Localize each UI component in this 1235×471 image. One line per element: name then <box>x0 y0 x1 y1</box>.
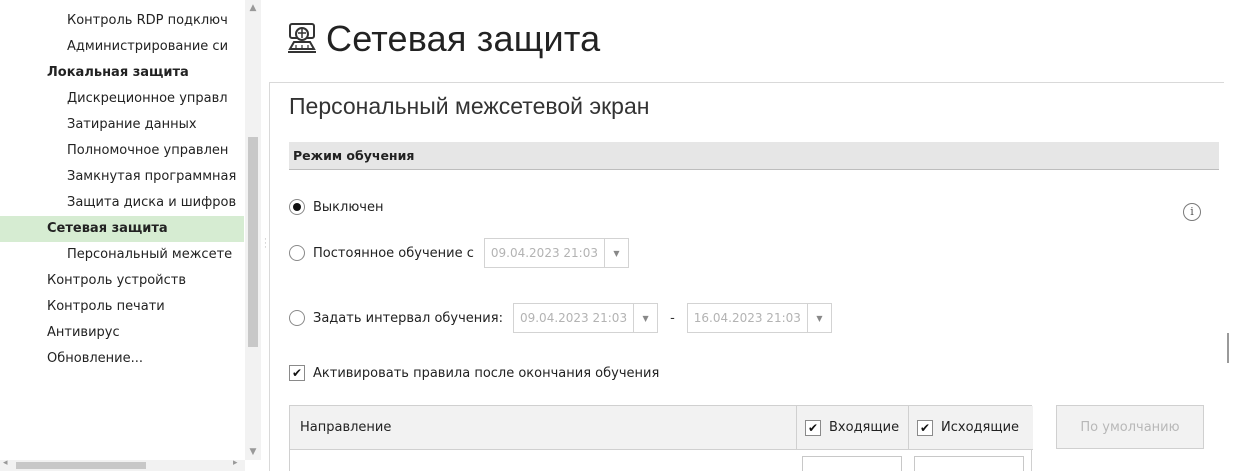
tree-item-updates[interactable]: Обновление... <box>0 346 244 372</box>
tree-item-mandatory-control[interactable]: Полномочное управлен <box>0 138 244 164</box>
tree-item-print-control[interactable]: Контроль печати <box>0 294 244 320</box>
learning-mode-section-header: Режим обучения <box>289 142 1219 170</box>
outgoing-checkbox[interactable]: ✔ <box>917 419 933 436</box>
interval-to-date-picker[interactable]: 16.04.2023 21:03 ▼ <box>686 303 832 333</box>
column-header-incoming[interactable]: ✔ Входящие <box>797 406 909 450</box>
scroll-up-arrow-icon[interactable]: ▲ <box>245 0 261 16</box>
incoming-checkbox[interactable]: ✔ <box>805 419 821 436</box>
interval-separator: - <box>670 310 675 326</box>
hscroll-thumb[interactable] <box>16 462 146 469</box>
nav-tree: ... Контроль RDP подключ Администрирован… <box>0 0 244 460</box>
sidebar: ... Контроль RDP подключ Администрирован… <box>0 0 262 471</box>
chevron-down-icon[interactable]: ▼ <box>806 304 831 332</box>
page-title: Сетевая защита <box>326 18 601 59</box>
radio-interval-label: Задать интервал обучения: <box>313 310 503 326</box>
activate-rules-checkbox[interactable]: ✔ <box>289 365 305 381</box>
interval-from-date-picker[interactable]: 09.04.2023 21:03 ▼ <box>512 303 659 333</box>
tree-item-device-control[interactable]: Контроль устройств <box>0 268 244 294</box>
direction-table: Направление ✔ Входящие ✔ Исходящие <box>289 405 1033 471</box>
window-edge-divider <box>1227 333 1229 363</box>
radio-interval-indicator[interactable] <box>289 310 305 326</box>
tree-item-disk-encryption[interactable]: Защита диска и шифров <box>0 190 244 216</box>
radio-learning-off[interactable]: Выключен <box>289 199 383 215</box>
tree-item-system-admin[interactable]: Администрирование си <box>0 34 244 60</box>
outgoing-label: Исходящие <box>941 419 1020 435</box>
radio-learning-permanent[interactable]: Постоянное обучение с 09.04.2023 21:03 ▼ <box>289 238 629 268</box>
main-content: Сетевая защита Персональный межсетевой э… <box>262 0 1235 471</box>
tree-item-antivirus[interactable]: Антивирус <box>0 320 244 346</box>
outgoing-cell-box[interactable] <box>914 456 1024 471</box>
chevron-down-icon[interactable]: ▼ <box>633 304 657 332</box>
tree-item-network-protection[interactable]: Сетевая защита <box>0 216 244 242</box>
activate-rules-checkbox-row[interactable]: ✔ Активировать правила после окончания о… <box>289 365 659 381</box>
radio-learning-interval[interactable]: Задать интервал обучения: 09.04.2023 21:… <box>289 303 832 333</box>
tree-item-closed-software[interactable]: Замкнутая программная <box>0 164 244 190</box>
incoming-cell-box[interactable] <box>802 456 902 471</box>
tree-item-personal-firewall[interactable]: Персональный межсете <box>0 242 244 268</box>
tree-item-rdp-control[interactable]: Контроль RDP подключ <box>0 8 244 34</box>
page-header: Сетевая защита <box>284 14 600 64</box>
column-header-direction: Направление <box>290 406 797 450</box>
tree-item-partial-top: ... <box>0 0 244 8</box>
incoming-label: Входящие <box>829 419 900 435</box>
scroll-thumb[interactable] <box>248 137 258 347</box>
app-window: ... Контроль RDP подключ Администрирован… <box>0 0 1235 471</box>
tree-item-local-protection[interactable]: Локальная защита <box>0 60 244 86</box>
scroll-down-arrow-icon[interactable]: ▼ <box>245 444 261 460</box>
permanent-start-date-value: 09.04.2023 21:03 <box>490 246 598 260</box>
tree-item-discretionary-control[interactable]: Дискреционное управл <box>0 86 244 112</box>
radio-permanent-label: Постоянное обучение с <box>313 245 474 261</box>
activate-rules-label: Активировать правила после окончания обу… <box>313 365 660 381</box>
radio-off-indicator[interactable] <box>289 199 305 215</box>
interval-from-value: 09.04.2023 21:03 <box>519 311 628 325</box>
sidebar-vertical-scrollbar[interactable]: ▲ ▼ <box>245 0 261 460</box>
interval-to-value: 16.04.2023 21:03 <box>693 311 801 325</box>
tree-item-data-erasure[interactable]: Затирание данных <box>0 112 244 138</box>
scroll-left-arrow-icon[interactable]: ◂ <box>3 458 8 468</box>
sidebar-horizontal-scrollbar[interactable]: ◂ ▸ <box>0 458 245 471</box>
scroll-right-arrow-icon[interactable]: ▸ <box>233 458 238 468</box>
network-protection-icon <box>288 23 316 53</box>
firewall-panel: Персональный межсетевой экран Режим обуч… <box>269 82 1224 471</box>
panel-title: Персональный межсетевой экран <box>289 93 650 119</box>
radio-permanent-indicator[interactable] <box>289 245 305 261</box>
column-header-outgoing[interactable]: ✔ Исходящие <box>909 406 1033 450</box>
radio-off-label: Выключен <box>313 199 384 215</box>
default-button[interactable]: По умолчанию <box>1056 405 1204 449</box>
info-icon[interactable]: i <box>1183 203 1201 221</box>
permanent-start-date-picker[interactable]: 09.04.2023 21:03 ▼ <box>483 238 629 268</box>
chevron-down-icon[interactable]: ▼ <box>603 239 628 267</box>
